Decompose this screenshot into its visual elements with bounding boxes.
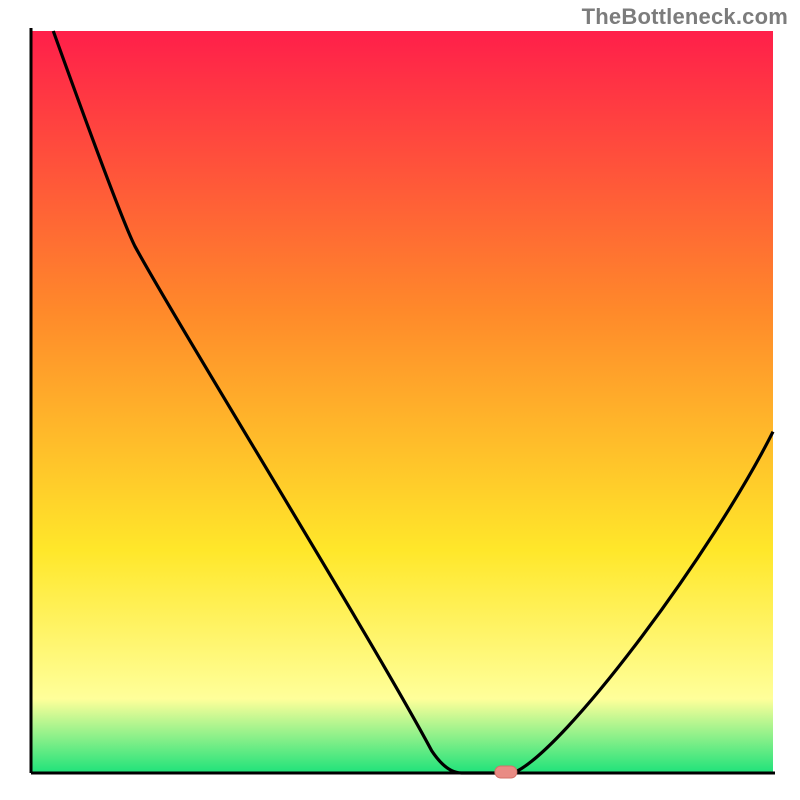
watermark-text: TheBottleneck.com (582, 4, 788, 30)
optimal-marker (495, 766, 517, 778)
bottleneck-chart (0, 0, 800, 800)
chart-container: { "watermark": "TheBottleneck.com", "col… (0, 0, 800, 800)
plot-background (31, 31, 773, 773)
